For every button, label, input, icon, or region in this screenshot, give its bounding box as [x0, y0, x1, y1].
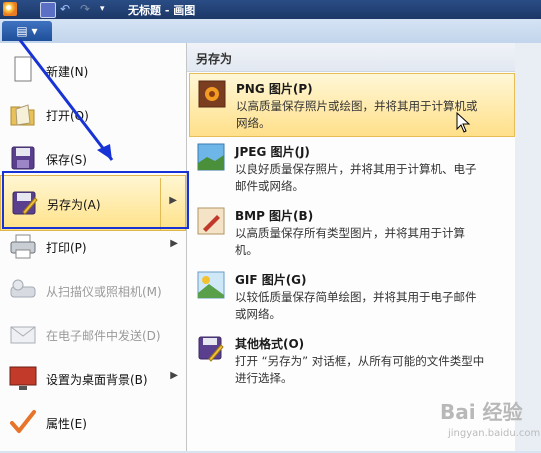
- format-description: 以高质量保存所有类型图片，并将其用于计算机。: [235, 226, 465, 257]
- desktop-icon: [9, 366, 37, 390]
- format-description: 以较低质量保存简单绘图，并将其用于电子邮件或网络。: [235, 290, 477, 321]
- format-title: GIF 图片(G): [235, 273, 307, 287]
- format-description: 以高质量保存照片或绘图，并将其用于计算机或网络。: [236, 99, 478, 130]
- submenu-arrow-icon[interactable]: ▶: [170, 370, 178, 381]
- mouse-cursor-icon: [456, 112, 471, 133]
- watermark: Bai 经验: [440, 400, 523, 424]
- submenu-header: 另存为: [187, 43, 515, 72]
- format-title: BMP 图片(B): [235, 209, 314, 223]
- dropdown-icon[interactable]: ▾: [100, 2, 114, 16]
- save-icon[interactable]: [40, 2, 56, 18]
- scanner-icon: [10, 279, 36, 298]
- submenu-title: 另存为: [196, 52, 233, 66]
- other-formats-icon: [198, 336, 224, 362]
- png-image-icon: [198, 80, 226, 108]
- save-as-gif[interactable]: GIF 图片(G) 以较低质量保存简单绘图，并将其用于电子邮件或网络。: [189, 265, 513, 327]
- format-description: 打开 “另存为” 对话框，从所有可能的文件类型中进行选择。: [235, 354, 485, 385]
- undo-icon[interactable]: ↶: [60, 2, 74, 16]
- gif-image-icon: [197, 271, 225, 299]
- redo-icon[interactable]: ↷: [80, 2, 94, 16]
- format-title: PNG 图片(P): [236, 82, 313, 96]
- bmp-image-icon: [197, 207, 225, 235]
- checkmark-icon: [10, 410, 36, 433]
- submenu-arrow-icon[interactable]: ▶: [170, 238, 178, 249]
- save-as-submenu: 另存为 PNG 图片(P) 以高质量保存照片或绘图，并将其用于计算机或网络。 J…: [187, 43, 515, 451]
- annotation-highlight-box: [2, 171, 189, 229]
- menu-item-label: 打开(O): [46, 109, 89, 123]
- menu-item-label: 从扫描仪或照相机(M): [46, 285, 162, 299]
- watermark-url: jingyan.baidu.com: [448, 428, 541, 439]
- menu-item-properties[interactable]: 属性(E): [0, 395, 186, 453]
- format-description: 以良好质量保存照片，并将其用于计算机、电子邮件或网络。: [235, 162, 477, 193]
- menu-item-label: 打印(P): [46, 241, 87, 255]
- save-as-jpeg[interactable]: JPEG 图片(J) 以良好质量保存照片，并将其用于计算机、电子邮件或网络。: [189, 137, 513, 199]
- paint-app-icon[interactable]: [3, 2, 17, 16]
- printer-icon: [10, 234, 36, 259]
- save-icon: [11, 146, 35, 170]
- menu-item-label: 设置为桌面背景(B): [46, 373, 148, 387]
- menu-item-label: 保存(S): [46, 153, 87, 167]
- save-as-bmp[interactable]: BMP 图片(B) 以高质量保存所有类型图片，并将其用于计算机。: [189, 201, 513, 263]
- save-as-other-formats[interactable]: 其他格式(O) 打开 “另存为” 对话框，从所有可能的文件类型中进行选择。: [189, 329, 513, 391]
- window-title: 无标题 - 画图: [128, 4, 196, 17]
- format-title: 其他格式(O): [235, 337, 305, 351]
- menu-item-label: 属性(E): [46, 417, 87, 431]
- file-menu: 新建(N) 打开(O) 保存(S) 另存为(A) ▶ 打印(P) ▶ 从扫描仪或…: [0, 43, 187, 451]
- open-folder-icon: [10, 104, 35, 126]
- ribbon-tab-row: ▤ ▾: [0, 19, 541, 43]
- new-page-icon: [14, 56, 32, 82]
- paint-menu-button[interactable]: ▤ ▾: [2, 21, 52, 41]
- background-canvas-edge: [515, 43, 541, 451]
- menu-item-label: 新建(N): [46, 65, 89, 79]
- email-icon: [10, 326, 36, 344]
- format-title: JPEG 图片(J): [235, 145, 310, 159]
- jpeg-image-icon: [197, 143, 225, 171]
- menu-item-label: 在电子邮件中发送(D): [46, 329, 161, 343]
- title-bar: ↶ ↷ ▾ 无标题 - 画图: [0, 0, 541, 19]
